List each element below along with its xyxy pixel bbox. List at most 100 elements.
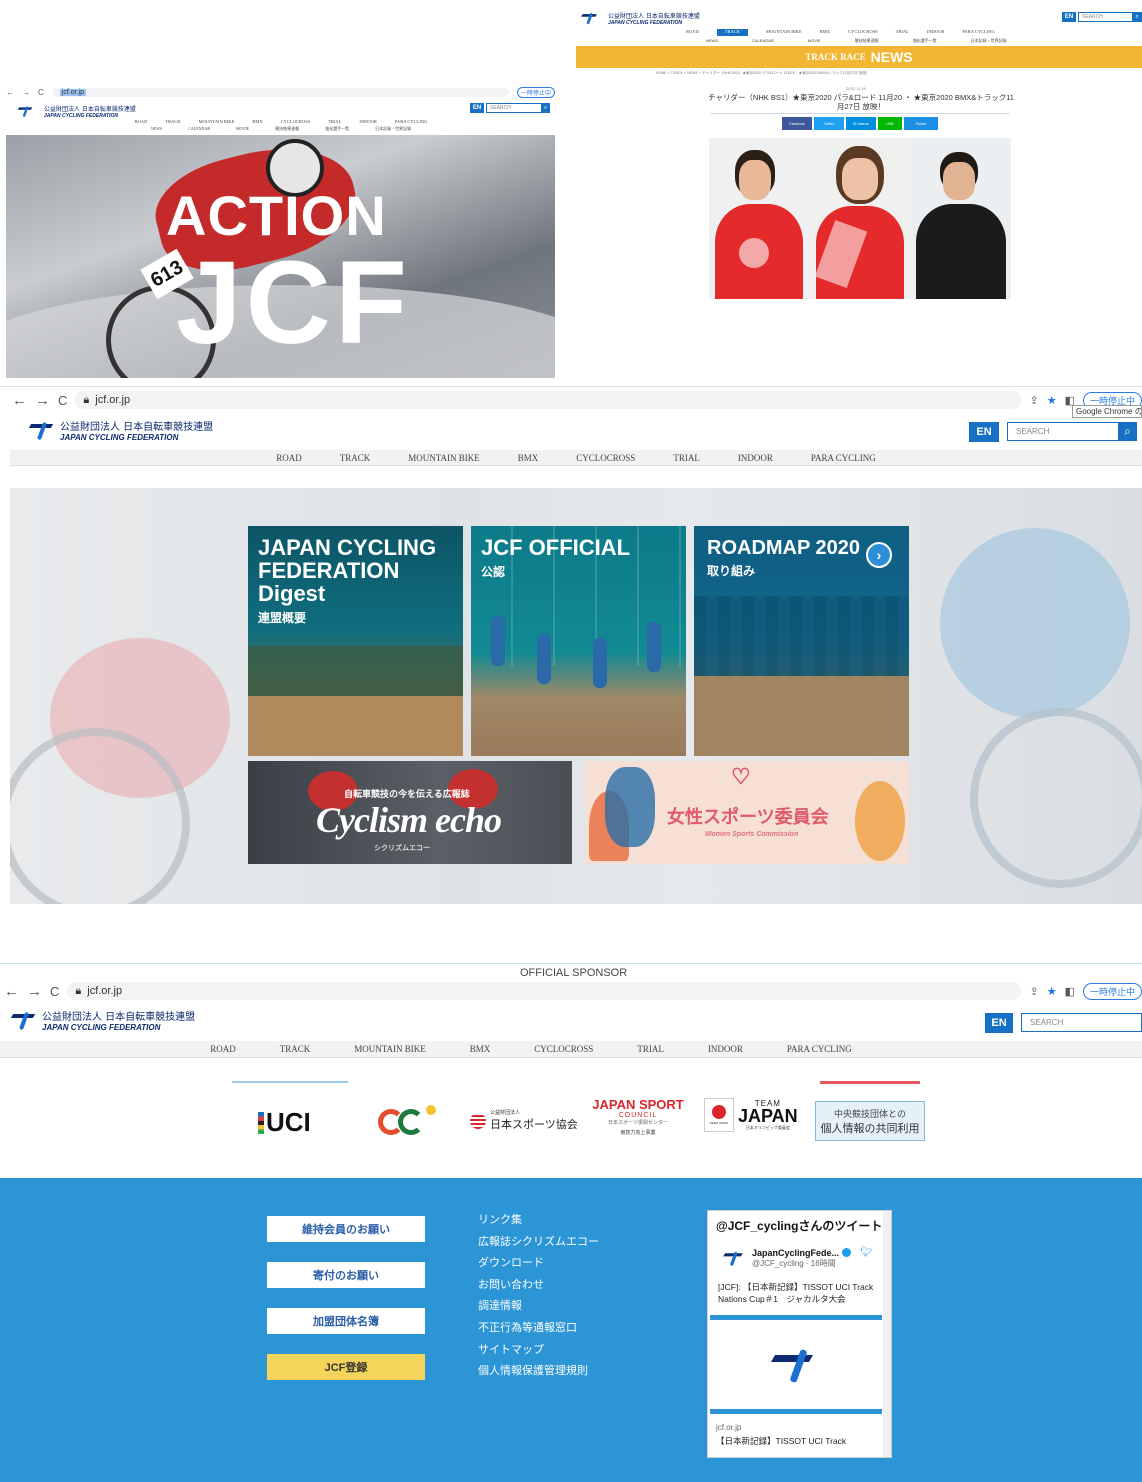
subnav-movie[interactable]: MOVIE [236, 126, 249, 133]
site-logo[interactable]: 公益財団法人 日本自転車競技連盟 JAPAN CYCLING FEDERATIO… [28, 418, 213, 442]
tile-digest[interactable]: JAPAN CYCLING FEDERATION Digest 連盟概要 [248, 526, 463, 756]
search-input[interactable]: SEARCH [1078, 12, 1134, 22]
sponsor-team-japan[interactable]: TEAM JAPAN TEAM JAPAN 日本オリンピック委員会 [704, 1098, 798, 1132]
share-facebook[interactable]: Facebook [782, 117, 812, 130]
site-logo[interactable]: 公益財団法人 日本自転車競技連盟 JAPAN CYCLING FEDERATIO… [576, 8, 700, 28]
share-line[interactable]: LINE [878, 117, 902, 130]
nav-trial[interactable]: TRIAL [328, 119, 341, 125]
nav-para[interactable]: PARA CYCLING [787, 1044, 852, 1054]
subnav-records[interactable]: 日本記録・世界記録 [375, 126, 411, 133]
subnav-news[interactable]: NEWS [151, 126, 162, 133]
forward-icon[interactable]: → [22, 88, 30, 97]
nav-bmx[interactable]: BMX [470, 1044, 491, 1054]
nav-cyclocross[interactable]: CYCLOCROSS [534, 1044, 593, 1054]
sidepanel-icon[interactable]: ◧ [1065, 985, 1075, 998]
nav-cyclocross[interactable]: CYCLOCROSS [281, 119, 311, 125]
en-button[interactable]: EN [470, 103, 484, 113]
nav-road[interactable]: ROAD [686, 29, 699, 36]
sponsor-jsc[interactable]: JAPAN SPORT COUNCIL 日本スポーツ振興センター 競技力向上事業 [586, 1097, 690, 1136]
en-button[interactable]: EN [1062, 12, 1076, 22]
search-icon[interactable]: ⌕ [1132, 12, 1142, 22]
footer-btn-jcf-register[interactable]: JCF登録 [267, 1354, 425, 1380]
nav-indoor[interactable]: INDOOR [359, 119, 377, 125]
reload-icon[interactable]: C [38, 88, 44, 97]
subnav-movie[interactable]: MOVIE [808, 38, 821, 45]
nav-road[interactable]: ROAD [210, 1044, 236, 1054]
nav-mtb[interactable]: MOUNTAIN BIKE [766, 29, 802, 36]
nav-mtb[interactable]: MOUNTAIN BIKE [199, 119, 235, 125]
search-input[interactable]: SEARCH [1007, 422, 1120, 441]
footer-btn-membership[interactable]: 維持会員のお願い [267, 1216, 425, 1242]
sponsor-jspo[interactable]: 公益財団法人 日本スポーツ協会 [470, 1109, 578, 1132]
footer-link-procurement[interactable]: 調達情報 [478, 1296, 678, 1318]
subnav-athletes[interactable]: 強化選手一覧 [913, 38, 937, 45]
nav-track[interactable]: TRACK [716, 29, 749, 36]
share-icon[interactable]: ⇪ [1029, 394, 1038, 407]
footer-link-privacy[interactable]: 個人情報保護管理規則 [478, 1361, 678, 1383]
tile-women-sports[interactable]: ♡ 女性スポーツ委員会 Women Sports Commission [585, 761, 909, 864]
widget-scrollbar[interactable] [883, 1211, 891, 1457]
site-logo[interactable]: 公益財団法人 日本自転車競技連盟 JAPAN CYCLING FEDERATIO… [12, 101, 136, 121]
nav-para[interactable]: PARA CYCLING [962, 29, 994, 36]
sponsor-uci[interactable]: UCI [258, 1107, 311, 1138]
subnav-news[interactable]: NEWS [706, 38, 718, 45]
next-arrow-icon[interactable]: › [866, 542, 892, 568]
pause-pill[interactable]: 一時停止中 [516, 86, 555, 98]
sponsor-cc-logo[interactable] [378, 1105, 436, 1135]
subnav-calendar[interactable]: CALENDAR [188, 126, 210, 133]
nav-track[interactable]: TRACK [165, 119, 180, 125]
sponsor-central-data[interactable]: 中央競技団体との 個人情報の共同利用 [815, 1101, 925, 1141]
nav-bmx[interactable]: BMX [518, 453, 539, 463]
nav-bmx[interactable]: BMX [820, 29, 830, 36]
nav-indoor[interactable]: INDOOR [738, 453, 773, 463]
forward-icon[interactable]: → [27, 983, 42, 1000]
search-icon[interactable]: ⌕ [541, 103, 550, 113]
share-twitter[interactable]: Twitter [814, 117, 844, 130]
nav-road[interactable]: ROAD [135, 119, 148, 125]
search-icon[interactable]: ⌕ [1118, 422, 1137, 441]
tweet-card-text[interactable]: 【日本新記録】TISSOT UCI Track [716, 1435, 846, 1447]
address-bar[interactable]: 🔒︎ jcf.or.jp [67, 982, 1022, 1000]
tweet-card-url[interactable]: jcf.or.jp [716, 1423, 741, 1432]
site-logo[interactable]: 公益財団法人 日本自転車競技連盟 JAPAN CYCLING FEDERATIO… [10, 1008, 195, 1032]
twitter-widget[interactable]: @JCF_cyclingさんのツイート JapanCyclingFede... … [707, 1210, 892, 1458]
nav-para[interactable]: PARA CYCLING [395, 119, 427, 125]
star-icon[interactable]: ★ [1047, 985, 1057, 998]
nav-track[interactable]: TRACK [280, 1044, 311, 1054]
pause-pill[interactable]: 一時停止中 [1082, 982, 1142, 1000]
nav-trial[interactable]: TRIAL [673, 453, 700, 463]
tweet-card-image[interactable] [710, 1323, 882, 1407]
en-button[interactable]: EN [985, 1013, 1013, 1033]
tile-roadmap[interactable]: ROADMAP 2020 取り組み › [694, 526, 909, 756]
tile-cyclism-echo[interactable]: 自転車競技の今を伝える広報誌 Cyclism echo シクリズムエコー [248, 761, 572, 864]
nav-bmx[interactable]: BMX [252, 119, 262, 125]
footer-link-echo[interactable]: 広報誌シクリズムエコー [478, 1232, 678, 1254]
back-icon[interactable]: ← [6, 88, 14, 97]
tweet-author-name[interactable]: JapanCyclingFede... [752, 1248, 839, 1258]
subnav-results[interactable]: 競技結果速報 [855, 38, 879, 45]
tile-official[interactable]: JCF OFFICIAL 公認 [471, 526, 686, 756]
nav-cyclocross[interactable]: CYCLOCROSS [576, 453, 635, 463]
subnav-results[interactable]: 競技結果速報 [275, 126, 299, 133]
nav-indoor[interactable]: INDOOR [708, 1044, 743, 1054]
subnav-records[interactable]: 日本記録・世界記録 [971, 38, 1007, 45]
footer-link-links[interactable]: リンク集 [478, 1210, 678, 1232]
nav-para[interactable]: PARA CYCLING [811, 453, 876, 463]
subnav-calendar[interactable]: CALENDAR [752, 38, 774, 45]
nav-mtb[interactable]: MOUNTAIN BIKE [354, 1044, 426, 1054]
forward-icon[interactable]: → [35, 392, 50, 409]
footer-link-contact[interactable]: お問い合わせ [478, 1275, 678, 1297]
address-bar[interactable]: 🔒︎ jcf.or.jp [75, 391, 1022, 409]
star-icon[interactable]: ★ [1047, 394, 1057, 407]
nav-road[interactable]: ROAD [276, 453, 302, 463]
footer-btn-donation[interactable]: 寄付のお願い [267, 1262, 425, 1288]
footer-link-sitemap[interactable]: サイトマップ [478, 1340, 678, 1362]
nav-mtb[interactable]: MOUNTAIN BIKE [408, 453, 480, 463]
share-icon[interactable]: ⇪ [1029, 985, 1038, 998]
nav-indoor[interactable]: INDOOR [927, 29, 945, 36]
reload-icon[interactable]: C [58, 393, 67, 408]
share-pocket[interactable]: Pocket [904, 117, 938, 130]
reload-icon[interactable]: C [50, 984, 59, 999]
nav-cyclocross[interactable]: CYCLOCROSS [848, 29, 878, 36]
nav-trial[interactable]: TRIAL [896, 29, 909, 36]
